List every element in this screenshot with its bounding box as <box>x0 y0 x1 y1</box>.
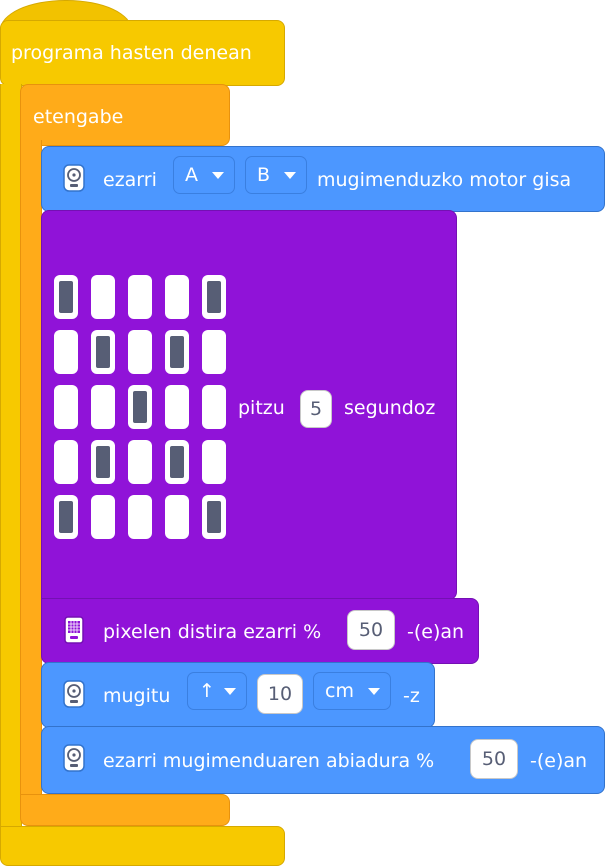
robot-icon <box>63 680 85 708</box>
chevron-down-icon <box>368 688 380 695</box>
port-b-dropdown[interactable]: B <box>245 156 307 194</box>
led-cell[interactable] <box>91 440 115 484</box>
led-cell[interactable] <box>128 440 152 484</box>
led-cell[interactable] <box>128 330 152 374</box>
unit-dropdown[interactable]: cm <box>313 672 391 710</box>
led-cell[interactable] <box>202 440 226 484</box>
led-cell[interactable] <box>202 330 226 374</box>
set-label: ezarri <box>103 169 157 191</box>
port-a-value: A <box>185 164 198 186</box>
unit-value: cm <box>325 680 354 702</box>
led-cell[interactable] <box>128 275 152 319</box>
speed-suffix: -(e)an <box>530 750 588 772</box>
brightness-suffix: -(e)an <box>407 621 465 643</box>
led-on-indicator <box>96 336 110 368</box>
led-on-indicator <box>133 391 147 423</box>
led-on-indicator <box>207 281 221 313</box>
led-cell[interactable] <box>54 440 78 484</box>
led-on-indicator <box>170 336 184 368</box>
forever-block[interactable]: etengabe <box>20 84 230 146</box>
light-pattern-block[interactable]: pitzu 5 segundoz <box>41 210 457 600</box>
led-cell[interactable] <box>54 385 78 429</box>
hat-block-label: programa hasten denean <box>11 42 252 64</box>
led-cell[interactable] <box>54 330 78 374</box>
display-icon <box>64 616 84 644</box>
led-cell[interactable] <box>54 495 78 539</box>
chevron-down-icon <box>212 172 224 179</box>
when-program-starts-block[interactable]: programa hasten denean <box>0 20 285 86</box>
move-label: mugitu <box>103 685 171 707</box>
move-suffix: -z <box>403 685 420 707</box>
led-cell[interactable] <box>91 275 115 319</box>
speed-input[interactable]: 50 <box>470 739 518 779</box>
chevron-down-icon <box>284 172 296 179</box>
seconds-input[interactable]: 5 <box>300 390 332 428</box>
led-cell[interactable] <box>91 495 115 539</box>
motor-suffix-label: mugimenduzko motor gisa <box>317 169 572 191</box>
led-on-indicator <box>207 501 221 533</box>
robot-icon <box>63 164 85 192</box>
port-a-dropdown[interactable]: A <box>173 156 235 194</box>
move-block[interactable]: mugitu ↑ 10 cm -z <box>41 662 435 728</box>
forever-block-rail <box>20 140 42 800</box>
set-brightness-block[interactable]: pixelen distira ezarri % 50 -(e)an <box>41 598 479 664</box>
direction-dropdown[interactable]: ↑ <box>187 672 247 710</box>
led-cell[interactable] <box>91 385 115 429</box>
led-cell[interactable] <box>128 495 152 539</box>
led-cell[interactable] <box>202 275 226 319</box>
led-cell[interactable] <box>128 385 152 429</box>
set-speed-block[interactable]: ezarri mugimenduaren abiadura % 50 -(e)a… <box>41 726 605 794</box>
light-label: pitzu <box>238 397 285 419</box>
chevron-down-icon <box>224 688 236 695</box>
led-cell[interactable] <box>91 330 115 374</box>
led-on-indicator <box>59 281 73 313</box>
seconds-label: segundoz <box>344 397 436 419</box>
set-motor-ports-block[interactable]: ezarri A B mugimenduzko motor gisa <box>41 146 605 212</box>
port-b-value: B <box>257 164 271 186</box>
led-cell[interactable] <box>165 440 189 484</box>
direction-value: ↑ <box>199 680 215 702</box>
led-matrix[interactable] <box>54 275 228 539</box>
distance-input[interactable]: 10 <box>257 674 303 714</box>
brightness-label: pixelen distira ezarri % <box>103 621 322 643</box>
led-cell[interactable] <box>165 495 189 539</box>
led-cell[interactable] <box>202 495 226 539</box>
forever-block-bottom <box>20 794 230 826</box>
hat-stack-bottom <box>0 826 285 866</box>
led-cell[interactable] <box>165 275 189 319</box>
led-cell[interactable] <box>165 385 189 429</box>
led-cell[interactable] <box>202 385 226 429</box>
forever-label: etengabe <box>33 106 124 128</box>
led-cell[interactable] <box>165 330 189 374</box>
robot-icon <box>63 744 85 772</box>
hat-stack-rail <box>0 84 22 844</box>
brightness-input[interactable]: 50 <box>347 610 395 650</box>
led-on-indicator <box>170 446 184 478</box>
led-cell[interactable] <box>54 275 78 319</box>
speed-label: ezarri mugimenduaren abiadura % <box>103 750 435 772</box>
led-on-indicator <box>59 501 73 533</box>
led-on-indicator <box>96 446 110 478</box>
